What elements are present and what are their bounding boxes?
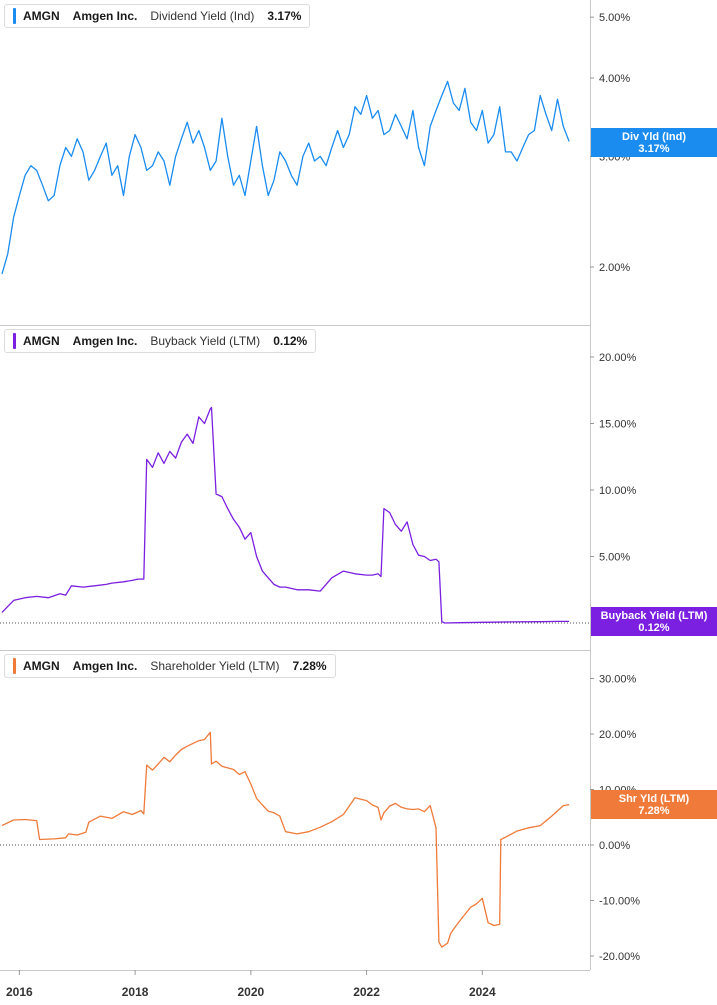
legend-ticker: AMGN	[23, 659, 60, 673]
y-tick-label: -20.00%	[599, 951, 640, 963]
y-tick-label: 20.00%	[599, 729, 637, 741]
y-tick-label: 15.00%	[599, 419, 637, 431]
legend-shareholder-yield[interactable]: AMGN Amgen Inc. Shareholder Yield (LTM) …	[4, 654, 336, 678]
y-tick-label: -10.00%	[599, 896, 640, 908]
legend-metric: Buyback Yield (LTM)	[150, 334, 261, 348]
y-tick-label: 4.00%	[599, 73, 630, 85]
legend-ticker: AMGN	[23, 334, 60, 348]
legend-ticker: AMGN	[23, 9, 60, 23]
badge-label: Div Yld (Ind)	[622, 131, 686, 143]
x-tick-label: 2020	[237, 985, 264, 999]
series-color-swatch	[13, 658, 16, 674]
buyback-yield-badge: Buyback Yield (LTM) 0.12%	[591, 607, 717, 636]
badge-value: 0.12%	[638, 622, 670, 634]
badge-value: 7.28%	[638, 805, 670, 817]
legend-company: Amgen Inc.	[72, 9, 138, 23]
legend-company: Amgen Inc.	[72, 659, 138, 673]
shareholder-yield-badge: Shr Yld (LTM) 7.28%	[591, 790, 717, 819]
series-line	[1, 731, 570, 948]
series-line	[1, 80, 570, 275]
legend-value: 7.28%	[292, 659, 327, 673]
legend-metric: Dividend Yield (Ind)	[150, 9, 255, 23]
legend-company: Amgen Inc.	[72, 334, 138, 348]
legend-metric: Shareholder Yield (LTM)	[150, 659, 280, 673]
legend-dividend-yield[interactable]: AMGN Amgen Inc. Dividend Yield (Ind) 3.1…	[4, 4, 311, 28]
series-layer	[1, 80, 570, 948]
badge-label: Shr Yld (LTM)	[618, 793, 690, 805]
y-tick-label: 30.00%	[599, 674, 637, 686]
legend-value: 3.17%	[267, 9, 302, 23]
badge-value: 3.17%	[638, 143, 670, 155]
y-tick-label: 10.00%	[599, 485, 637, 497]
legend-buyback-yield[interactable]: AMGN Amgen Inc. Buyback Yield (LTM) 0.12…	[4, 329, 317, 353]
x-tick-label: 2022	[353, 985, 380, 999]
x-tick-label: 2024	[469, 985, 496, 999]
series-line	[1, 406, 570, 624]
x-tick-label: 2018	[122, 985, 149, 999]
badge-label: Buyback Yield (LTM)	[600, 610, 708, 622]
y-tick-label: 2.00%	[599, 262, 630, 274]
series-color-swatch	[13, 8, 16, 24]
series-color-swatch	[13, 333, 16, 349]
y-tick-label: 20.00%	[599, 352, 637, 364]
legend-value: 0.12%	[273, 334, 308, 348]
y-tick-label: 5.00%	[599, 12, 630, 24]
dividend-yield-badge: Div Yld (Ind) 3.17%	[591, 128, 717, 157]
y-tick-label: 5.00%	[599, 552, 630, 564]
y-tick-label: 0.00%	[599, 840, 630, 852]
x-tick-label: 2016	[6, 985, 33, 999]
